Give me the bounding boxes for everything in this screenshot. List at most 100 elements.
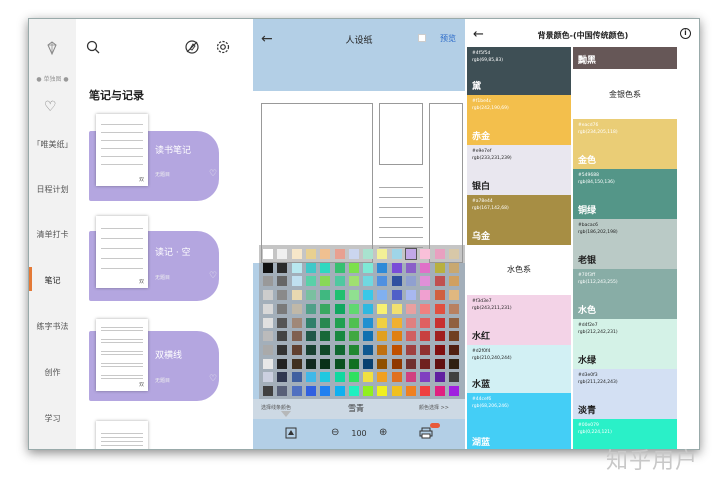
color-swatch[interactable] — [305, 331, 316, 342]
color-swatch[interactable] — [263, 317, 273, 328]
color-swatch[interactable] — [420, 290, 431, 301]
color-swatch[interactable] — [277, 303, 288, 314]
color-swatch[interactable] — [420, 262, 431, 273]
color-swatch[interactable] — [420, 331, 431, 342]
color-swatch[interactable] — [448, 249, 459, 259]
color-swatch[interactable] — [348, 290, 359, 301]
card-heart-icon[interactable]: ♡ — [209, 271, 217, 281]
color-swatch[interactable] — [348, 331, 359, 342]
info-icon[interactable]: i — [680, 28, 691, 39]
sidebar-item-calligraphy[interactable]: 练字书法 — [29, 321, 76, 332]
color-swatch[interactable] — [448, 276, 459, 287]
color-swatch[interactable] — [305, 290, 316, 301]
color-swatch[interactable] — [305, 372, 316, 383]
color-swatch[interactable] — [420, 249, 431, 259]
color-swatch[interactable] — [448, 303, 459, 314]
color-swatch[interactable] — [391, 386, 402, 396]
color-swatch[interactable] — [334, 262, 345, 273]
color-swatch[interactable] — [348, 303, 359, 314]
zoom-in-icon[interactable]: ⊕ — [379, 427, 387, 438]
color-swatch[interactable] — [291, 249, 302, 259]
color-swatch[interactable] — [406, 331, 416, 342]
color-swatch[interactable] — [291, 262, 302, 273]
color-swatch[interactable] — [334, 290, 345, 301]
print-icon[interactable] — [419, 427, 433, 439]
color-swatch[interactable] — [305, 262, 316, 273]
color-swatch[interactable] — [434, 317, 445, 328]
color-swatch[interactable] — [263, 290, 273, 301]
color-swatch[interactable] — [405, 248, 417, 260]
color-swatch[interactable] — [448, 358, 459, 369]
color-cell[interactable]: #eacd76 rgb(234,205,118) 金色 — [573, 119, 677, 169]
color-swatch[interactable] — [348, 344, 359, 355]
color-swatch[interactable] — [334, 386, 345, 396]
color-swatch[interactable] — [291, 372, 302, 383]
color-swatch[interactable] — [277, 276, 288, 287]
color-swatch[interactable] — [448, 386, 459, 396]
color-swatch[interactable] — [320, 386, 331, 396]
color-swatch[interactable] — [348, 262, 359, 273]
color-swatch[interactable] — [448, 317, 459, 328]
favorites-heart-icon[interactable]: ♡ — [44, 99, 57, 115]
color-swatch[interactable] — [320, 344, 331, 355]
color-swatch[interactable] — [434, 303, 445, 314]
color-swatch[interactable] — [334, 358, 345, 369]
color-cell[interactable]: #a78e44 rgb(167,142,68) 乌金 — [467, 195, 571, 245]
color-swatch[interactable] — [263, 262, 273, 273]
color-swatch[interactable] — [277, 358, 288, 369]
color-swatch[interactable] — [277, 372, 288, 383]
color-swatch[interactable] — [334, 276, 345, 287]
note-thumbnail[interactable]: 双 — [96, 216, 148, 288]
color-swatch[interactable] — [434, 358, 445, 369]
color-swatch[interactable] — [320, 303, 331, 314]
color-cell[interactable]: #4f5f5d rgb(69,85,83) 黛 — [467, 47, 571, 95]
color-swatch[interactable] — [434, 344, 445, 355]
color-swatch[interactable] — [406, 303, 416, 314]
color-swatch[interactable] — [277, 262, 288, 273]
color-swatch[interactable] — [277, 290, 288, 301]
color-swatch[interactable] — [291, 331, 302, 342]
color-swatch[interactable] — [406, 276, 416, 287]
color-swatch[interactable] — [305, 303, 316, 314]
color-swatch[interactable] — [334, 372, 345, 383]
color-swatch[interactable] — [420, 276, 431, 287]
color-swatch[interactable] — [406, 290, 416, 301]
color-swatch[interactable] — [391, 358, 402, 369]
color-swatch[interactable] — [363, 262, 374, 273]
color-swatch[interactable] — [434, 249, 445, 259]
color-swatch[interactable] — [420, 386, 431, 396]
color-swatch[interactable] — [363, 303, 374, 314]
color-swatch[interactable] — [391, 249, 402, 259]
color-swatch[interactable] — [334, 331, 345, 342]
color-swatch[interactable] — [277, 344, 288, 355]
edit-off-icon[interactable] — [184, 39, 200, 55]
color-swatch[interactable] — [434, 290, 445, 301]
color-swatch[interactable] — [263, 358, 273, 369]
color-swatch[interactable] — [448, 372, 459, 383]
card-heart-icon[interactable]: ♡ — [209, 169, 217, 179]
color-swatch[interactable] — [434, 386, 445, 396]
color-swatch[interactable] — [391, 344, 402, 355]
color-swatch[interactable] — [320, 317, 331, 328]
note-thumbnail[interactable]: 双 — [96, 319, 148, 391]
color-swatch[interactable] — [277, 386, 288, 396]
color-swatch[interactable] — [391, 290, 402, 301]
color-swatch[interactable] — [406, 372, 416, 383]
color-swatch[interactable] — [363, 249, 374, 259]
color-swatch[interactable] — [434, 262, 445, 273]
color-swatch[interactable] — [377, 317, 388, 328]
color-swatch[interactable] — [305, 249, 316, 259]
color-swatch[interactable] — [448, 344, 459, 355]
search-icon[interactable] — [85, 39, 101, 55]
color-swatch[interactable] — [291, 317, 302, 328]
color-swatch[interactable] — [377, 386, 388, 396]
card-heart-icon[interactable]: ♡ — [209, 374, 217, 384]
color-swatch[interactable] — [263, 386, 273, 396]
color-swatch[interactable] — [263, 249, 273, 259]
color-swatch[interactable] — [420, 303, 431, 314]
color-swatch[interactable] — [363, 372, 374, 383]
color-swatch[interactable] — [377, 290, 388, 301]
color-swatch[interactable] — [363, 358, 374, 369]
color-swatch[interactable] — [377, 303, 388, 314]
color-swatch[interactable] — [334, 317, 345, 328]
